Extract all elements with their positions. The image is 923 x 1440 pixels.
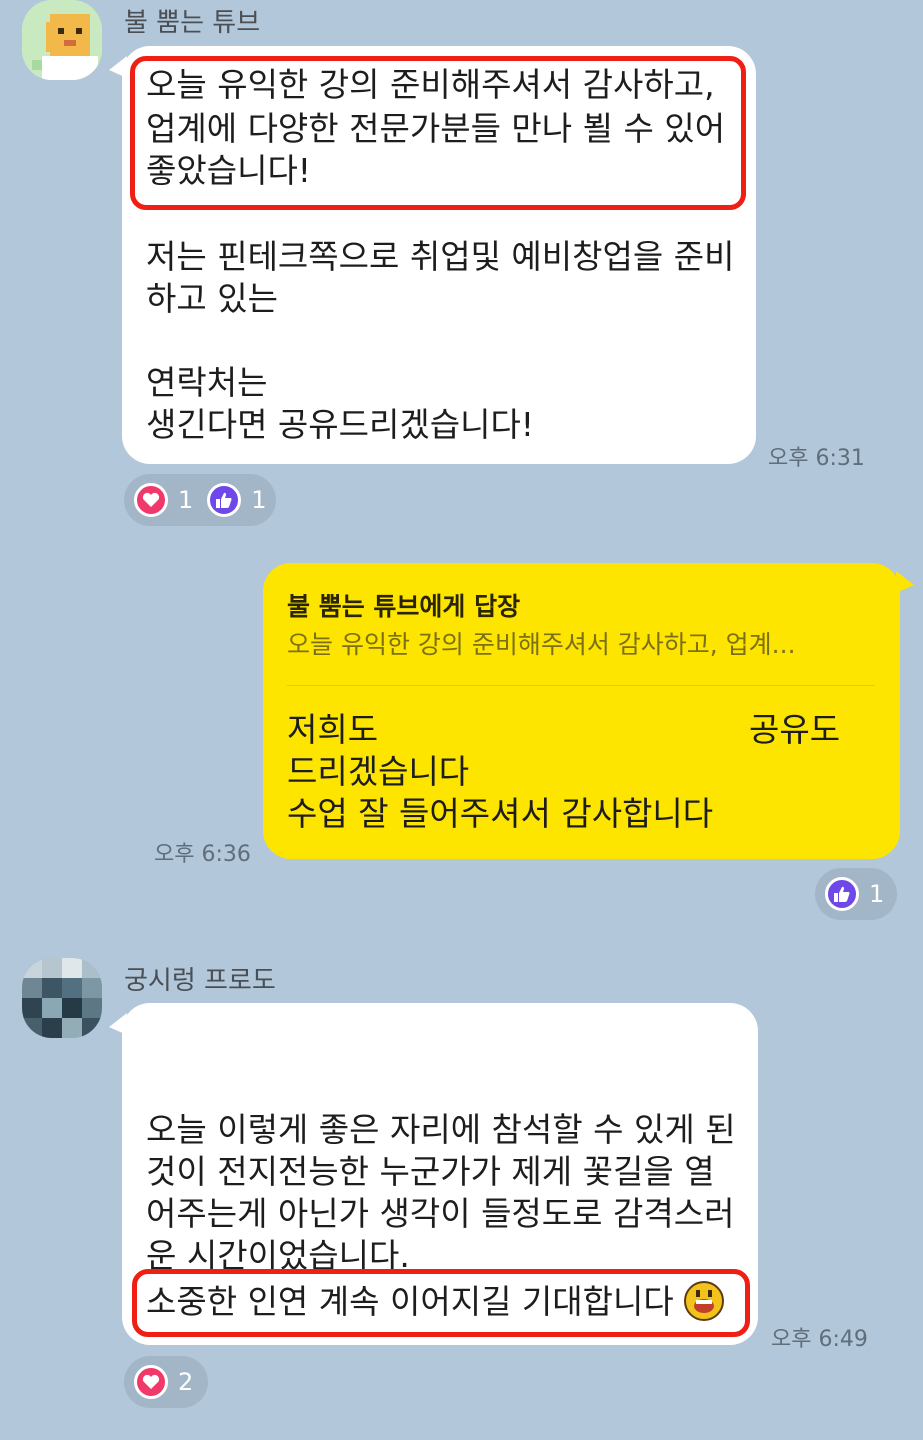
message-line: 연락처는 bbox=[146, 363, 268, 402]
highlight-box bbox=[132, 1269, 750, 1337]
reply-to-label: 불 뿜는 튜브에게 답장 bbox=[287, 592, 521, 621]
heart-icon bbox=[134, 1365, 168, 1399]
message-time: 오후 6:49 bbox=[771, 1327, 868, 1352]
tube-avatar-icon[interactable] bbox=[22, 0, 102, 80]
message-line: 공유도 bbox=[749, 710, 841, 749]
message-line: 저희도 bbox=[287, 710, 379, 749]
reaction-bar[interactable]: 1 1 bbox=[124, 474, 276, 526]
my-message-bubble[interactable]: 불 뿜는 튜브에게 답장 오늘 유익한 강의 준비해주셔서 감사하고, 업계..… bbox=[263, 563, 914, 859]
reaction-count: 2 bbox=[178, 1368, 194, 1396]
reply-divider bbox=[287, 685, 875, 686]
bubble-tail bbox=[896, 571, 914, 593]
message-line: 저는 핀테크쪽으로 취업및 예비창업을 준비 bbox=[146, 237, 735, 276]
sender-name: 궁시렁 프로도 bbox=[124, 966, 276, 996]
reaction-count: 1 bbox=[178, 486, 194, 514]
reply-preview[interactable]: 오늘 유익한 강의 준비해주셔서 감사하고, 업계... bbox=[287, 625, 796, 661]
reaction-count: 1 bbox=[251, 486, 267, 514]
message-line: 드리겠습니다 bbox=[287, 752, 470, 791]
frodo-avatar-icon[interactable] bbox=[22, 958, 102, 1038]
message-time: 오후 6:31 bbox=[768, 446, 865, 471]
heart-icon bbox=[134, 483, 168, 517]
sender-name: 불 뿜는 튜브 bbox=[124, 8, 261, 38]
message-line: 것이 전지전능한 누군가가 제게 꽃길을 열 bbox=[146, 1152, 715, 1191]
highlight-box bbox=[130, 56, 746, 210]
message-line: 오늘 이렇게 좋은 자리에 참석할 수 있게 된 bbox=[146, 1110, 736, 1149]
reaction-bar[interactable]: 1 bbox=[815, 868, 897, 920]
reaction-count: 1 bbox=[869, 880, 885, 908]
message-time: 오후 6:36 bbox=[154, 842, 251, 867]
message-line: 어주는게 아닌가 생각이 들정도로 감격스러 bbox=[146, 1194, 735, 1233]
message-bubble[interactable]: 오늘 이렇게 좋은 자리에 참석할 수 있게 된 것이 전지전능한 누군가가 제… bbox=[109, 1003, 758, 1345]
message-line: 수업 잘 들어주셔서 감사합니다 bbox=[287, 794, 714, 833]
message-line: 하고 있는 bbox=[146, 279, 278, 318]
reaction-bar[interactable]: 2 bbox=[124, 1356, 208, 1408]
bubble-tail bbox=[109, 1013, 127, 1035]
message-bubble[interactable]: 오늘 유익한 강의 준비해주셔서 감사하고, 업계에 다양한 전문가분들 만나 … bbox=[109, 46, 756, 464]
thumbs-up-icon bbox=[207, 483, 242, 517]
thumbs-up-icon bbox=[825, 877, 859, 911]
message-line: 생긴다면 공유드리겠습니다! bbox=[146, 405, 535, 444]
bubble-tail bbox=[109, 56, 127, 78]
